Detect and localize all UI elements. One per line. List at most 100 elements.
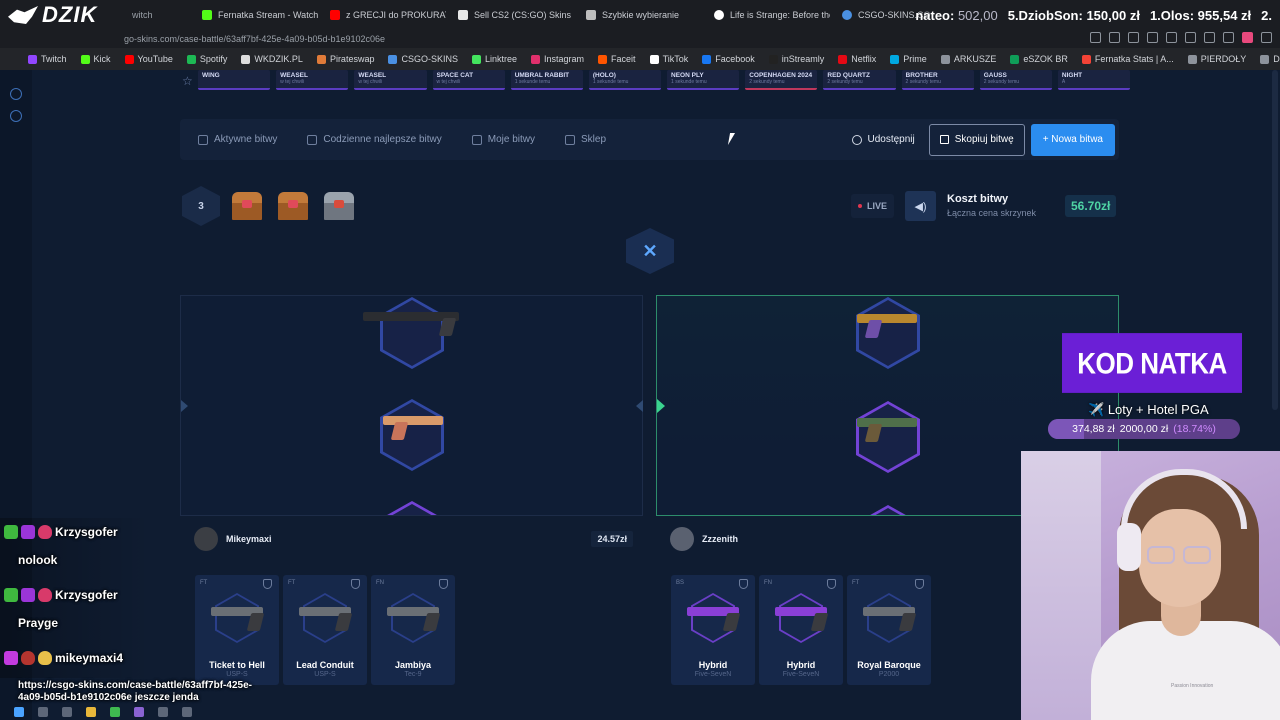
item-card[interactable]: BS Hybrid Five-SeveN — [671, 575, 755, 685]
bookmark-icon — [531, 54, 541, 64]
avatar[interactable] — [670, 527, 694, 551]
shield-icon[interactable] — [439, 579, 448, 589]
live-drop-item[interactable]: WEASEL w tej chwili — [276, 70, 349, 90]
shield-icon[interactable] — [1128, 32, 1139, 43]
chat-user-line: mikeymaxi4 — [4, 651, 123, 665]
pistol-icon — [211, 605, 267, 631]
live-drop-item[interactable]: WING — [198, 70, 271, 90]
browser-tab[interactable]: z GRECJI do PROKURATU — [318, 0, 446, 30]
search-icon[interactable] — [38, 706, 48, 717]
bookmark-item[interactable]: Linktree — [471, 54, 517, 64]
mouse-cursor-icon — [727, 133, 741, 145]
bookmark-item[interactable]: WKDZIK.PL — [241, 54, 303, 64]
shield-icon[interactable] — [263, 579, 272, 589]
bookmark-item[interactable]: Instagram — [531, 54, 584, 64]
page-scrollbar[interactable] — [1272, 70, 1278, 410]
app-icon[interactable] — [158, 706, 168, 717]
bookmark-item[interactable]: TikTok — [649, 54, 688, 64]
bookmark-item[interactable]: inStreamly — [768, 54, 824, 64]
windows-icon[interactable] — [14, 706, 24, 717]
browser-tab[interactable]: Szybkie wybieranie — [574, 0, 702, 30]
live-drop-item[interactable]: RED QUARTZ 2 sekundy temu — [823, 70, 896, 90]
live-drop-item[interactable]: COPENHAGEN 2024 2 sekundy temu — [745, 70, 818, 90]
live-drop-item[interactable]: WEASEL w tej chwili — [354, 70, 427, 90]
bookmark-item[interactable]: eSZOK BR — [1010, 54, 1068, 64]
site-icon — [458, 10, 468, 20]
item-card[interactable]: FT Lead Conduit USP-S — [283, 575, 367, 685]
bookmark-item[interactable]: PIERDOŁY — [1187, 54, 1246, 64]
menu-icon[interactable] — [1261, 32, 1272, 43]
tab-my-battles[interactable]: Moje bitwy — [454, 134, 547, 145]
browser-tab[interactable]: witch — [120, 0, 190, 30]
shield-icon[interactable] — [739, 579, 748, 589]
browser-tab[interactable]: Sell CS2 (CS:GO) Skins | — [446, 0, 574, 30]
shield-icon[interactable] — [827, 579, 836, 589]
tab-daily-best[interactable]: Codzienne najlepsze bitwy — [289, 134, 453, 145]
browser-tab[interactable]: Life is Strange: Before the — [702, 0, 830, 30]
extension-icon[interactable] — [1204, 32, 1215, 43]
sound-toggle-button[interactable]: ◀) — [905, 191, 936, 221]
live-drop-item[interactable]: BROTHER 2 sekundy temu — [901, 70, 974, 90]
player-header: Mikeymaxi 24.57zł — [180, 520, 643, 558]
battle-cost-value: 56.70zł — [1065, 195, 1117, 217]
share-button[interactable]: Udostępnij — [851, 134, 915, 145]
shield-icon[interactable] — [351, 579, 360, 589]
case-icon — [276, 190, 310, 222]
app-icon[interactable] — [182, 706, 192, 717]
tab-active-battles[interactable]: Aktywne bitwy — [180, 134, 289, 145]
live-indicator: LIVE — [851, 194, 895, 218]
tab-title: witch — [132, 10, 153, 20]
live-drop-item[interactable]: NIGHT A — [1057, 70, 1131, 90]
bookmark-item[interactable]: Prime — [890, 54, 927, 64]
bookmark-item[interactable]: Kick — [80, 54, 111, 64]
bookmark-item[interactable]: Facebook — [702, 54, 755, 64]
app-icon[interactable] — [134, 706, 144, 717]
live-drop-item[interactable]: (HOLO) 1 sekunde temu — [588, 70, 662, 90]
play-icon[interactable] — [1166, 32, 1177, 43]
bookmark-item[interactable]: Pirateswap — [316, 54, 374, 64]
shield-icon[interactable] — [915, 579, 924, 589]
player-name[interactable]: Zzzenith — [702, 534, 738, 544]
bookmark-icon — [1010, 54, 1020, 64]
bookmark-item[interactable]: ARKUSZE — [940, 54, 996, 64]
bookmark-item[interactable]: DOMKI — [1260, 54, 1280, 64]
bookmark-item[interactable]: Faceit — [598, 54, 636, 64]
bookmark-item[interactable]: Spotify — [186, 54, 227, 64]
tab-shop[interactable]: Sklep — [547, 134, 618, 145]
star-icon[interactable] — [1090, 32, 1101, 43]
copy-battle-button[interactable]: Skopiuj bitwę — [928, 123, 1025, 156]
item-card[interactable]: FT Royal Baroque P2000 — [847, 575, 931, 685]
item-card[interactable]: FT Ticket to Hell USP-S — [195, 575, 279, 685]
screenshot-icon[interactable] — [1109, 32, 1120, 43]
avatar[interactable] — [194, 527, 218, 551]
item-card[interactable]: FN Hybrid Five-SeveN — [759, 575, 843, 685]
app-icon[interactable] — [62, 706, 72, 717]
grid-icon — [586, 10, 596, 20]
check-badge-icon — [4, 525, 18, 539]
item-card[interactable]: FN Jambiya Tec-9 — [371, 575, 455, 685]
profile-icon[interactable] — [1242, 32, 1253, 43]
app-icon[interactable] — [86, 706, 96, 717]
live-drop-item[interactable]: GAUSS 2 sekundy temu — [979, 70, 1052, 90]
live-drop-item[interactable]: UMBRAL RABBIT 1 sekunde temu — [510, 70, 583, 90]
player-name[interactable]: Mikeymaxi — [226, 534, 272, 544]
settings-icon[interactable] — [10, 110, 22, 122]
live-drop-item[interactable]: SPACE CAT w tej chwili — [432, 70, 505, 90]
new-battle-button[interactable]: + Nowa bitwa — [1030, 123, 1115, 156]
pistol-icon — [299, 605, 355, 631]
puzzle-icon[interactable] — [1223, 32, 1234, 43]
live-drop-item[interactable]: NEON PLY 1 sekunde temu — [667, 70, 740, 90]
heart-icon[interactable] — [1185, 32, 1196, 43]
bookmark-item[interactable]: Fernatka Stats | A... — [1081, 54, 1174, 64]
clock-icon[interactable] — [10, 88, 22, 100]
address-bar[interactable]: go-skins.com/case-battle/63aff7bf-425e-4… — [0, 30, 1280, 48]
bookmark-item[interactable]: Netflix — [838, 54, 876, 64]
item-name: Jambiya — [394, 660, 432, 670]
dzik-logo: DZIK — [0, 0, 120, 30]
download-icon[interactable] — [1147, 32, 1158, 43]
bookmark-item[interactable]: YouTube — [124, 54, 173, 64]
bookmark-item[interactable]: CSGO-SKINS — [388, 54, 458, 64]
browser-tab[interactable]: Fernatka Stream - Watch — [190, 0, 318, 30]
app-icon[interactable] — [110, 706, 120, 717]
bookmark-item[interactable]: Twitch — [28, 54, 67, 64]
